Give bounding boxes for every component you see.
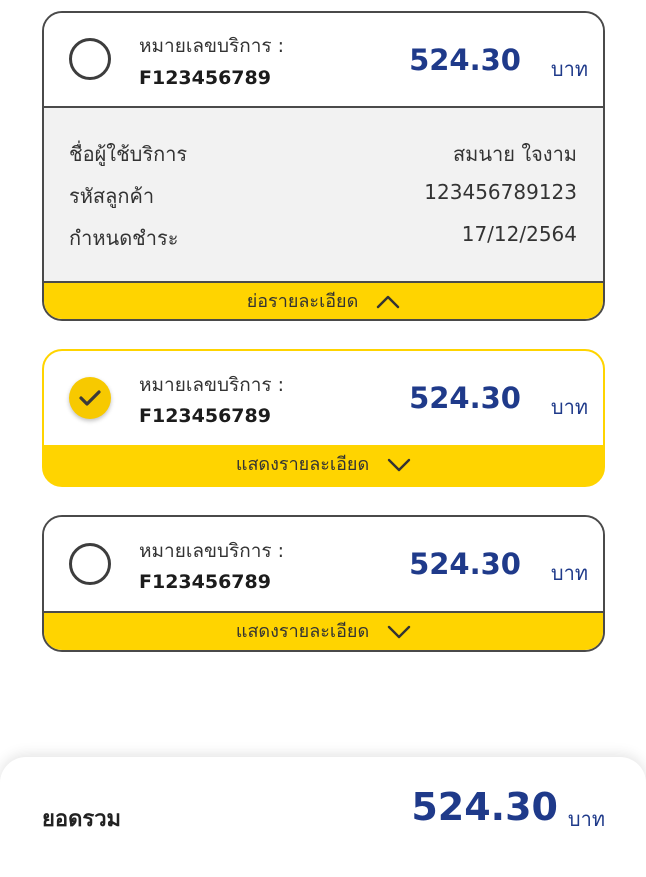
bill-card-header[interactable]: หมายเลขบริการ : F123456789 524.30 บาท: [44, 13, 603, 108]
total-panel: ยอดรวม 524.30 บาท: [0, 757, 646, 877]
service-number-label: หมายเลขบริการ :: [139, 374, 285, 396]
service-number: F123456789: [139, 571, 271, 593]
toggle-label: ย่อรายละเอียด: [246, 291, 359, 312]
bill-card-header[interactable]: หมายเลขบริการ : F123456789 524.30 บาท: [44, 351, 603, 445]
bill-card-2: หมายเลขบริการ : F123456789 524.30 บาท แส…: [42, 349, 605, 487]
toggle-label: แสดงรายละเอียด: [235, 454, 370, 475]
chevron-down-icon: [387, 625, 411, 638]
detail-row-customer-name: ชื่อผู้ใช้บริการ สมนาย ใจงาม: [69, 138, 577, 168]
detail-value: 123456789123: [424, 180, 577, 204]
expand-details-button[interactable]: แสดงรายละเอียด: [44, 445, 603, 485]
service-number: F123456789: [139, 67, 271, 89]
detail-value: 17/12/2564: [461, 222, 577, 246]
bill-card-3: หมายเลขบริการ : F123456789 524.30 บาท แส…: [42, 515, 605, 652]
detail-label: ชื่อผู้ใช้บริการ: [69, 142, 188, 166]
collapse-details-button[interactable]: ย่อรายละเอียด: [44, 283, 603, 319]
bill-details: ชื่อผู้ใช้บริการ สมนาย ใจงาม รหัสลูกค้า …: [44, 108, 603, 283]
total-amount: 524.30: [411, 785, 558, 829]
chevron-up-icon: [377, 295, 400, 309]
expand-details-button[interactable]: แสดงรายละเอียด: [44, 613, 603, 650]
bill-amount: 524.30: [409, 43, 521, 77]
detail-label: กำหนดชำระ: [69, 226, 179, 250]
select-radio[interactable]: [69, 38, 111, 80]
toggle-label: แสดงรายละเอียด: [235, 621, 370, 642]
currency-label: บาท: [550, 395, 588, 419]
bill-card-1: หมายเลขบริการ : F123456789 524.30 บาท ชื…: [42, 11, 605, 321]
bill-amount: 524.30: [409, 381, 521, 415]
currency-label: บาท: [550, 57, 588, 81]
detail-value: สมนาย ใจงาม: [452, 142, 577, 166]
select-radio-checked[interactable]: [69, 377, 111, 419]
chevron-down-icon: [387, 458, 411, 472]
total-currency: บาท: [567, 807, 605, 831]
detail-label: รหัสลูกค้า: [69, 184, 155, 208]
bill-card-header[interactable]: หมายเลขบริการ : F123456789 524.30 บาท: [44, 517, 603, 613]
bill-amount: 524.30: [409, 547, 521, 581]
service-number-label: หมายเลขบริการ :: [139, 35, 285, 57]
detail-row-due-date: กำหนดชำระ 17/12/2564: [69, 222, 577, 252]
currency-label: บาท: [550, 561, 588, 585]
detail-row-customer-id: รหัสลูกค้า 123456789123: [69, 180, 577, 210]
checkmark-icon: [79, 390, 101, 406]
service-number: F123456789: [139, 405, 271, 427]
select-radio[interactable]: [69, 543, 111, 585]
total-label: ยอดรวม: [42, 807, 122, 832]
service-number-label: หมายเลขบริการ :: [139, 540, 285, 562]
